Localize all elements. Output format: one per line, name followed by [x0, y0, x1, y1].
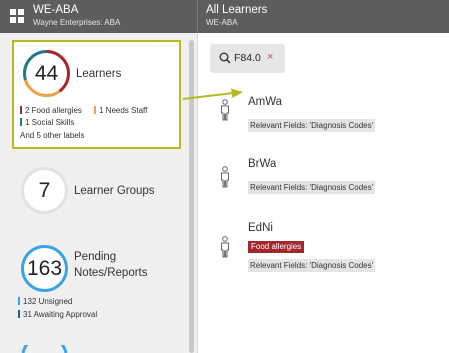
- tag-label: 31 Awaiting Approval: [23, 310, 98, 319]
- groups-label: Learner Groups: [74, 185, 155, 197]
- learners-count: 44: [34, 62, 59, 85]
- page-subtitle: WE-ABA: [206, 18, 238, 27]
- page-title: All Learners: [206, 4, 268, 16]
- app-subtitle: Wayne Enterprises: ABA: [33, 18, 121, 27]
- sidebar-scrollbar[interactable]: [189, 40, 194, 353]
- next-card-ring: [21, 345, 68, 353]
- learners-label: Learners: [76, 68, 122, 80]
- tag-label: 132 Unsigned: [23, 297, 73, 306]
- tag-label: 1 Social Skills: [25, 118, 75, 127]
- card-learners[interactable]: 44 Learners 2 Food allergies 1 Needs Sta…: [12, 40, 181, 149]
- relevant-fields-badge: Relevant Fields: 'Diagnosis Codes': [248, 119, 376, 132]
- person-icon: [221, 166, 229, 188]
- card-pending-notes[interactable]: 163 Pending Notes/Reports 132 Unsigned 3…: [12, 240, 181, 322]
- org-switcher[interactable]: WE-ABA Wayne Enterprises: ABA: [0, 0, 198, 33]
- search-icon: [219, 52, 231, 64]
- learner-name[interactable]: EdNi: [248, 222, 273, 234]
- filter-value: F84.0: [234, 52, 261, 64]
- tag-awaiting-approval[interactable]: 31 Awaiting Approval: [18, 310, 97, 319]
- relevant-fields-badge: Relevant Fields: 'Diagnosis Codes': [248, 259, 376, 272]
- learner-name[interactable]: AmWa: [248, 96, 282, 108]
- scrollbar-thumb[interactable]: [189, 40, 194, 353]
- tag-social-skills[interactable]: 1 Social Skills: [20, 118, 74, 127]
- pending-count: 163: [26, 257, 63, 280]
- groups-count: 7: [38, 179, 51, 202]
- grid-icon[interactable]: [10, 9, 24, 23]
- top-bar: WE-ABA Wayne Enterprises: ABA All Learne…: [0, 0, 449, 33]
- more-labels-text[interactable]: And 5 other labels: [20, 131, 85, 140]
- person-icon: [221, 99, 229, 121]
- learner-name[interactable]: BrWa: [248, 158, 276, 170]
- filter-chip[interactable]: F84.0 ×: [210, 44, 285, 73]
- tag-label: 2 Food allergies: [25, 106, 82, 115]
- pending-label-line2: Notes/Reports: [74, 267, 148, 279]
- arrow-annotation: [183, 88, 243, 100]
- relevant-fields-badge: Relevant Fields: 'Diagnosis Codes': [248, 181, 376, 194]
- tag-unsigned[interactable]: 132 Unsigned: [18, 297, 72, 306]
- food-allergies-badge: Food allergies: [248, 241, 305, 253]
- tag-needs-staff[interactable]: 1 Needs Staff: [94, 106, 147, 115]
- pending-label-line1: Pending: [74, 251, 117, 263]
- close-icon[interactable]: ×: [267, 51, 273, 63]
- app-title: WE-ABA: [33, 4, 79, 16]
- tag-label: 1 Needs Staff: [99, 106, 148, 115]
- person-icon: [221, 236, 229, 258]
- card-learner-groups[interactable]: 7 Learner Groups: [12, 162, 181, 222]
- tag-food-allergies[interactable]: 2 Food allergies: [20, 106, 82, 115]
